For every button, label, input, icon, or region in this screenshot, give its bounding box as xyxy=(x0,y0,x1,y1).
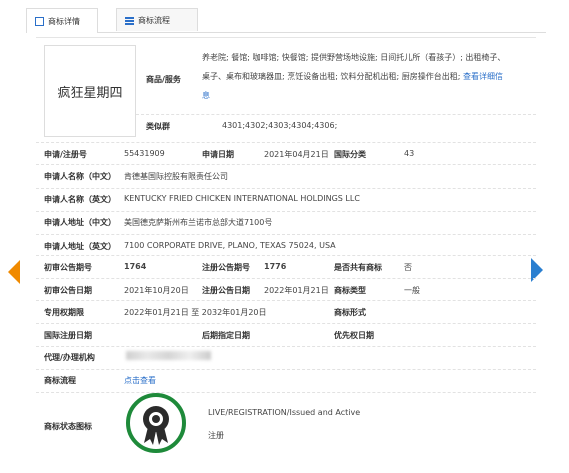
reg-pub-no-label: 注册公告期号 xyxy=(202,263,250,272)
shared-tm-value: 否 xyxy=(404,263,412,272)
agent-label: 代理/办理机构 xyxy=(44,353,95,362)
divider xyxy=(36,300,536,301)
divider xyxy=(36,369,536,370)
tm-process-link[interactable]: 点击查看 xyxy=(124,375,156,386)
agent-value-redacted xyxy=(126,351,211,360)
registered-badge-icon xyxy=(126,393,186,453)
prelim-pub-no-label: 初审公告期号 xyxy=(44,263,92,272)
later-designation-date-label: 后期指定日期 xyxy=(202,331,250,340)
divider xyxy=(36,164,536,165)
applicant-name-en-value: KENTUCKY FRIED CHICKEN INTERNATIONAL HOL… xyxy=(124,194,360,203)
intl-class-value: 43 xyxy=(404,149,415,158)
divider xyxy=(36,211,536,212)
reg-pub-date-value: 2022年01月21日 xyxy=(264,286,329,295)
goods-services-value: 养老院; 餐馆; 咖啡馆; 快餐馆; 提供野营场地设施; 日间托儿所（看孩子）;… xyxy=(202,48,505,105)
divider xyxy=(36,346,536,347)
applicant-name-cn-value: 肯德基国际控股有限责任公司 xyxy=(124,172,228,181)
prelim-pub-date-label: 初审公告日期 xyxy=(44,286,92,295)
tm-status-label: 商标状态图标 xyxy=(44,422,92,431)
application-date-value: 2021年04月21日 xyxy=(264,150,329,159)
intl-reg-date-label: 国际注册日期 xyxy=(44,331,92,340)
applicant-address-en-label: 申请人地址（英文） xyxy=(44,242,116,251)
reg-pub-date-label: 注册公告日期 xyxy=(202,286,250,295)
divider xyxy=(36,142,536,143)
reg-pub-no-value: 1776 xyxy=(264,262,287,271)
applicant-address-cn-label: 申请人地址（中文） xyxy=(44,218,116,227)
tm-form-label: 商标形式 xyxy=(334,308,366,317)
similar-group-value: 4301;4302;4303;4304;4306; xyxy=(222,121,338,130)
trademark-image: 疯狂星期四 xyxy=(44,45,136,137)
goods-line-2: 桌子、桌布和玻璃器皿; 烹饪设备出租; 饮料分配机出租; 厨房操作台出租; 查看… xyxy=(202,72,503,81)
applicant-name-en-label: 申请人名称（英文） xyxy=(44,195,116,204)
goods-divider xyxy=(136,114,536,115)
status-en: LIVE/REGISTRATION/Issued and Active xyxy=(208,408,361,417)
divider xyxy=(36,188,536,189)
exclusive-period-value: 2022年01月21日 至 2032年01月20日 xyxy=(124,308,267,317)
prelim-pub-no-value: 1764 xyxy=(124,262,147,271)
list-icon xyxy=(125,16,134,25)
tab-trademark-details[interactable]: 商标详情 xyxy=(26,8,98,33)
tab-bar: 商标详情 商标流程 xyxy=(26,8,546,33)
divider xyxy=(36,234,536,235)
status-cn: 注册 xyxy=(208,431,224,440)
document-icon xyxy=(35,16,44,26)
goods-services-label: 商品/服务 xyxy=(146,75,181,84)
trademark-detail-panel: 疯狂星期四 商品/服务 养老院; 餐馆; 咖啡馆; 快餐馆; 提供野营场地设施;… xyxy=(36,37,536,473)
tab-label: 商标流程 xyxy=(138,15,170,25)
application-date-label: 申请日期 xyxy=(202,150,234,159)
previous-arrow-icon[interactable] xyxy=(8,260,20,284)
goods-line: 养老院; 餐馆; 咖啡馆; 快餐馆; 提供野营场地设施; 日间托儿所（看孩子）;… xyxy=(202,53,506,62)
applicant-name-cn-label: 申请人名称（中文） xyxy=(44,172,116,181)
similar-group-label: 类似群 xyxy=(146,122,170,131)
view-details-link[interactable]: 查看详细信 xyxy=(463,72,503,81)
trademark-text: 疯狂星期四 xyxy=(57,85,123,101)
divider xyxy=(36,392,536,393)
applicant-address-en-value: 7100 CORPORATE DRIVE, PLANO, TEXAS 75024… xyxy=(124,241,336,250)
exclusive-period-label: 专用权期限 xyxy=(44,308,84,317)
tm-process-label: 商标流程 xyxy=(44,376,76,385)
divider xyxy=(36,255,536,256)
tm-type-label: 商标类型 xyxy=(334,286,366,295)
application-no-value: 55431909 xyxy=(124,149,165,158)
priority-date-label: 优先权日期 xyxy=(334,331,374,340)
tab-trademark-process[interactable]: 商标流程 xyxy=(116,8,198,31)
application-no-label: 申请/注册号 xyxy=(44,150,87,159)
intl-class-label: 国际分类 xyxy=(334,150,366,159)
view-details-link-tail[interactable]: 息 xyxy=(202,86,505,105)
tab-label: 商标详情 xyxy=(48,16,80,26)
applicant-address-cn-value: 美国德克萨斯州布兰诺市总部大道7100号 xyxy=(124,218,273,227)
tm-type-value: 一般 xyxy=(404,286,420,295)
prelim-pub-date-value: 2021年10月20日 xyxy=(124,286,189,295)
divider xyxy=(36,323,536,324)
divider xyxy=(36,278,536,279)
shared-tm-label: 是否共有商标 xyxy=(334,263,382,272)
